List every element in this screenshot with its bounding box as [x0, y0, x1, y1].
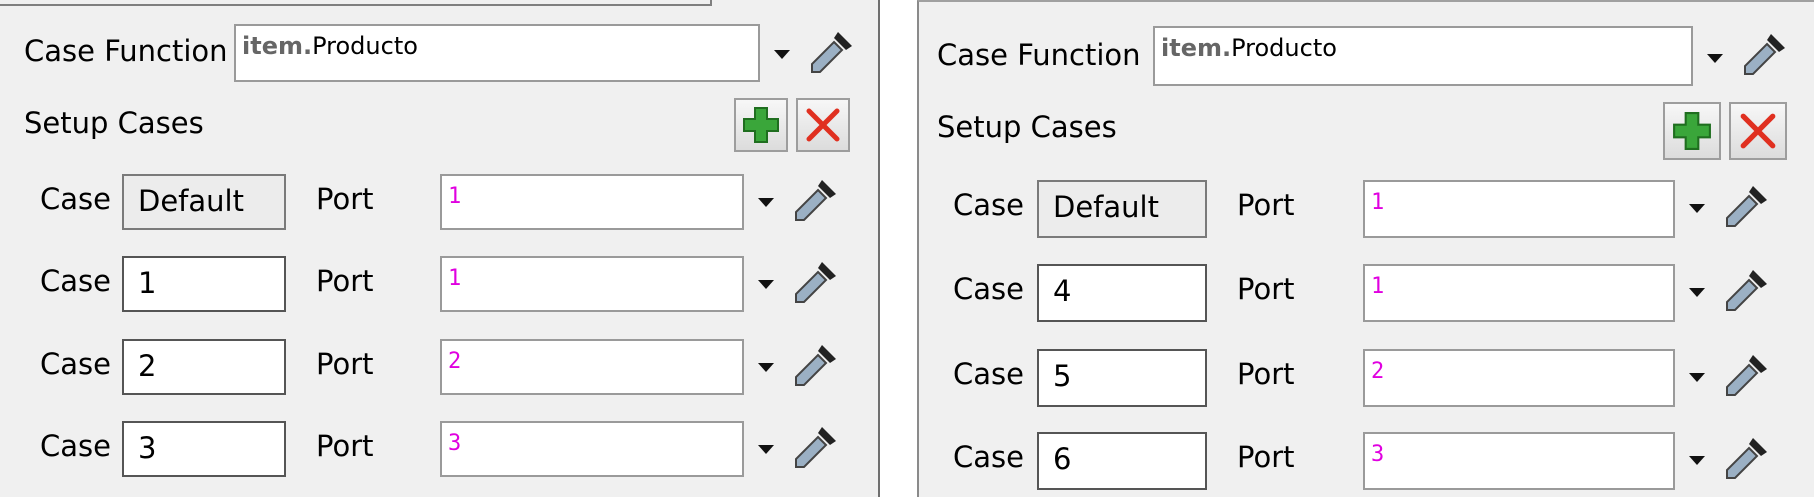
chevron-down-icon[interactable] [758, 280, 774, 289]
case-function-keyword: item. [242, 32, 313, 60]
chevron-down-icon[interactable] [758, 363, 774, 372]
case-label: Case [953, 272, 1024, 306]
case-label: Case [953, 440, 1024, 474]
chevron-down-icon[interactable] [774, 50, 790, 59]
eyedropper-icon[interactable] [808, 28, 856, 76]
case-value-input[interactable]: 5 [1037, 349, 1207, 407]
port-label: Port [316, 182, 374, 216]
case-function-value: Producto [1231, 34, 1337, 62]
eyedropper-icon[interactable] [792, 341, 840, 389]
chevron-down-icon[interactable] [758, 445, 774, 454]
chevron-down-icon[interactable] [1689, 204, 1705, 213]
add-case-button[interactable] [734, 98, 788, 152]
top-edge [0, 0, 712, 6]
port-input[interactable]: 3 [440, 421, 744, 477]
eyedropper-icon[interactable] [1723, 351, 1771, 399]
setup-cases-label: Setup Cases [937, 110, 1117, 144]
plus-icon [743, 107, 779, 143]
case-function-keyword: item. [1161, 34, 1232, 62]
port-label: Port [1237, 272, 1295, 306]
case-value-input[interactable]: 1 [122, 256, 286, 312]
port-input[interactable]: 1 [1363, 264, 1675, 322]
port-input[interactable]: 3 [1363, 432, 1675, 490]
eyedropper-icon[interactable] [792, 176, 840, 224]
eyedropper-icon[interactable] [792, 423, 840, 471]
case-function-input[interactable]: item.Producto [1153, 26, 1693, 86]
chevron-down-icon[interactable] [1707, 54, 1723, 63]
case-panel-left: Case Function item.Producto Setup Cases … [0, 0, 880, 497]
case-value-input[interactable]: 2 [122, 339, 286, 395]
chevron-down-icon[interactable] [1689, 288, 1705, 297]
port-input[interactable]: 1 [440, 256, 744, 312]
port-input[interactable]: 2 [1363, 349, 1675, 407]
port-input[interactable]: 1 [1363, 180, 1675, 238]
remove-case-button[interactable] [1729, 102, 1787, 160]
case-function-input[interactable]: item.Producto [234, 24, 760, 82]
eyedropper-icon[interactable] [1723, 266, 1771, 314]
port-input[interactable]: 2 [440, 339, 744, 395]
case-label: Case [40, 429, 111, 463]
plus-icon [1673, 112, 1711, 150]
port-label: Port [1237, 357, 1295, 391]
port-label: Port [316, 347, 374, 381]
case-value-input[interactable]: 4 [1037, 264, 1207, 322]
case-value-input[interactable]: 6 [1037, 432, 1207, 490]
eyedropper-icon[interactable] [1723, 434, 1771, 482]
case-default-field: Default [122, 174, 286, 230]
port-label: Port [316, 264, 374, 298]
case-panel-right: Case Function item.Producto Setup Cases … [917, 0, 1814, 497]
case-function-label: Case Function [24, 34, 228, 68]
case-label: Case [40, 264, 111, 298]
case-label: Case [40, 347, 111, 381]
port-label: Port [1237, 440, 1295, 474]
case-value-input[interactable]: 3 [122, 421, 286, 477]
case-label: Case [40, 182, 111, 216]
add-case-button[interactable] [1663, 102, 1721, 160]
case-default-field: Default [1037, 180, 1207, 238]
case-function-value: Producto [312, 32, 418, 60]
port-label: Port [1237, 188, 1295, 222]
x-icon [1740, 113, 1776, 149]
eyedropper-icon[interactable] [792, 258, 840, 306]
setup-cases-label: Setup Cases [24, 106, 204, 140]
port-input[interactable]: 1 [440, 174, 744, 230]
eyedropper-icon[interactable] [1723, 182, 1771, 230]
remove-case-button[interactable] [796, 98, 850, 152]
case-label: Case [953, 188, 1024, 222]
case-function-label: Case Function [937, 38, 1141, 72]
chevron-down-icon[interactable] [1689, 456, 1705, 465]
chevron-down-icon[interactable] [1689, 373, 1705, 382]
port-label: Port [316, 429, 374, 463]
chevron-down-icon[interactable] [758, 198, 774, 207]
case-label: Case [953, 357, 1024, 391]
x-icon [806, 108, 840, 142]
eyedropper-icon[interactable] [1741, 30, 1789, 78]
